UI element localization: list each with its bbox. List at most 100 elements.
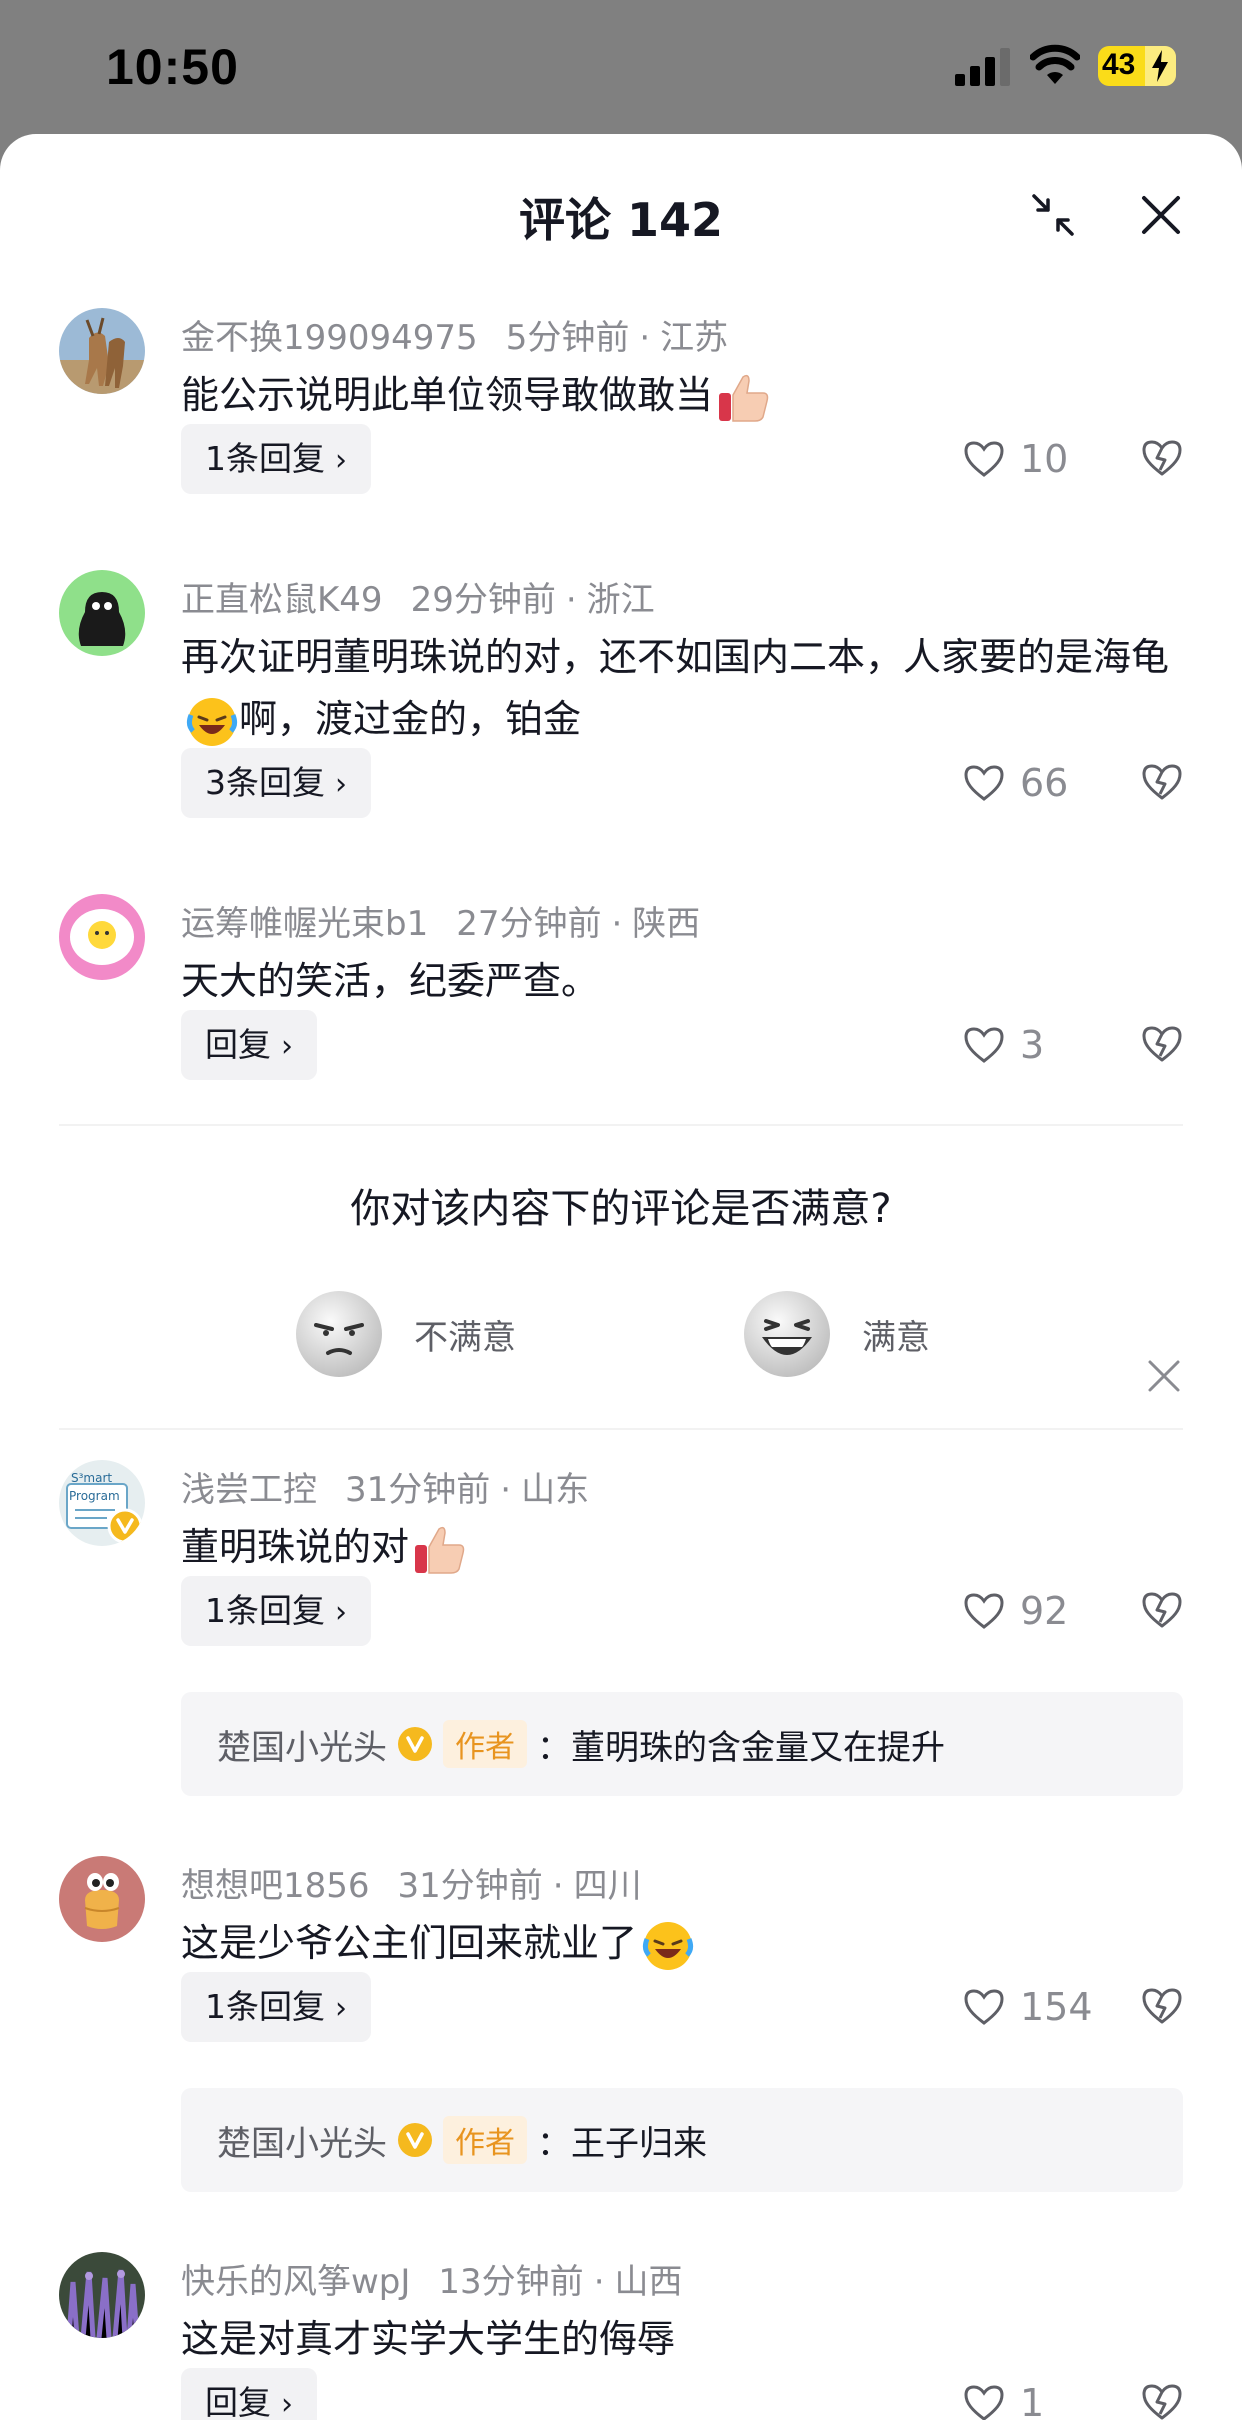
- survey-satisfied-label: 满意: [862, 1317, 930, 1358]
- comment-meta: 运筹帷幄光束b1 27分钟前 · 陕西: [181, 904, 701, 944]
- author-tag: 作者: [443, 2116, 527, 2164]
- author-reply-text: 董明珠的含金量又在提升: [571, 1727, 945, 1768]
- thumbs-up-icon: [415, 1526, 465, 1574]
- heart-icon: [964, 1027, 1004, 1063]
- comment-text: 天大的笑活，纪委严查。: [181, 959, 600, 1003]
- comment-text: 这是少爷公主们回来就业了: [181, 1912, 1191, 1974]
- avatar[interactable]: S³mart Program: [59, 1460, 145, 1546]
- grinning-face-icon: [744, 1291, 830, 1377]
- avatar[interactable]: [59, 894, 145, 980]
- like-button[interactable]: 66: [962, 748, 1068, 818]
- svg-text:S³mart: S³mart: [71, 1471, 112, 1485]
- like-count: 10: [1020, 437, 1069, 481]
- comment-meta: 快乐的风筝wpJ 13分钟前 · 山西: [181, 2262, 683, 2302]
- heart-icon: [964, 765, 1004, 801]
- comment-meta: 金不换199094975 5分钟前 · 江苏: [181, 318, 729, 358]
- reply-button[interactable]: 回复 ›: [181, 1010, 317, 1080]
- comment-time: 13分钟前: [438, 2262, 584, 2302]
- survey-satisfied-button[interactable]: 满意: [742, 1290, 930, 1378]
- view-replies-button[interactable]: 1条回复 ›: [181, 424, 371, 494]
- comment-text: 董明珠说的对: [181, 1516, 1191, 1578]
- comment-location: 江苏: [660, 318, 729, 358]
- comment-username[interactable]: 金不换199094975: [181, 318, 478, 358]
- avatar[interactable]: [59, 1856, 145, 1942]
- comment-meta: 浅尝工控 31分钟前 · 山东: [181, 1470, 590, 1510]
- view-replies-button[interactable]: 3条回复 ›: [181, 748, 371, 818]
- comment-text: 能公示说明此单位领导敢做敢当: [181, 364, 1191, 426]
- heart-icon: [964, 441, 1004, 477]
- battery-icon: 43: [1098, 46, 1176, 86]
- comment-meta: 正直松鼠K49 29分钟前 · 浙江: [181, 580, 655, 620]
- laughing-tears-icon: [186, 697, 238, 746]
- like-button[interactable]: 92: [962, 1576, 1068, 1646]
- heart-icon: [964, 1593, 1004, 1629]
- dislike-icon[interactable]: [1140, 436, 1184, 480]
- comment-username[interactable]: 正直松鼠K49: [181, 580, 383, 620]
- avatar[interactable]: [59, 570, 145, 656]
- author-name[interactable]: 楚国小光头: [217, 2116, 387, 2165]
- unamused-face-icon: [296, 1291, 382, 1377]
- author-tag: 作者: [443, 1720, 527, 1768]
- survey-question: 你对该内容下的评论是否满意?: [350, 1186, 892, 1232]
- comment-username[interactable]: 运筹帷幄光束b1: [181, 904, 428, 944]
- like-count: 92: [1020, 1589, 1069, 1633]
- status-bar: 10:50 43: [0, 0, 1242, 134]
- heart-icon: [964, 2385, 1004, 2420]
- survey-unsatisfied-button[interactable]: 不满意: [294, 1290, 516, 1378]
- comment-location: 山东: [521, 1470, 590, 1510]
- reply-button[interactable]: 回复 ›: [181, 2368, 317, 2420]
- like-count: 1: [1020, 2381, 1045, 2420]
- divider: [59, 1124, 1183, 1126]
- author-reply-preview[interactable]: 楚国小光头 作者 ：王子归来: [181, 2088, 1183, 2192]
- comment-location: 陕西: [632, 904, 701, 944]
- like-count: 66: [1020, 761, 1069, 805]
- like-count: 154: [1020, 1985, 1093, 2029]
- comment-location: 山西: [614, 2262, 683, 2302]
- like-button[interactable]: 1: [962, 2368, 1044, 2420]
- comment-meta: 想想吧1856 31分钟前 · 四川: [181, 1866, 642, 1906]
- survey-unsatisfied-label: 不满意: [414, 1317, 516, 1358]
- thumbs-up-icon: [719, 374, 769, 422]
- comment-location: 四川: [573, 1866, 642, 1906]
- dislike-icon[interactable]: [1140, 2380, 1184, 2420]
- comment-location: 浙江: [586, 580, 655, 620]
- comment-time: 27分钟前: [456, 904, 602, 944]
- comment-username[interactable]: 想想吧1856: [181, 1866, 370, 1906]
- divider: [59, 1428, 1183, 1430]
- close-survey-icon[interactable]: [1146, 1358, 1182, 1394]
- wifi-icon: [1030, 44, 1080, 84]
- avatar[interactable]: [59, 308, 145, 394]
- dislike-icon[interactable]: [1140, 1588, 1184, 1632]
- author-reply-preview[interactable]: 楚国小光头 作者 ：董明珠的含金量又在提升: [181, 1692, 1183, 1796]
- like-button[interactable]: 154: [962, 1972, 1093, 2042]
- view-replies-button[interactable]: 1条回复 ›: [181, 1972, 371, 2042]
- comment-username[interactable]: 快乐的风筝wpJ: [181, 2262, 410, 2302]
- dislike-icon[interactable]: [1140, 1022, 1184, 1066]
- author-name[interactable]: 楚国小光头: [217, 1720, 387, 1769]
- close-icon[interactable]: [1138, 192, 1184, 238]
- author-reply-text: 王子归来: [571, 2123, 707, 2164]
- laughing-tears-icon: [642, 1921, 694, 1970]
- comment-text: 再次证明董明珠说的对，还不如国内二本，人家要的是海龟 啊，渡过金的，铂金: [181, 626, 1191, 750]
- comment-time: 29分钟前: [410, 580, 556, 620]
- heart-icon: [964, 1989, 1004, 2025]
- dislike-icon[interactable]: [1140, 1984, 1184, 2028]
- verified-badge-icon: [398, 1727, 432, 1761]
- dislike-icon[interactable]: [1140, 760, 1184, 804]
- avatar[interactable]: [59, 2252, 145, 2338]
- status-time: 10:50: [106, 39, 239, 95]
- comment-time: 5分钟前: [505, 318, 630, 358]
- comment-username[interactable]: 浅尝工控: [181, 1470, 317, 1510]
- like-button[interactable]: 3: [962, 1010, 1044, 1080]
- comment-text: 这是对真才实学大学生的侮辱: [181, 2317, 676, 2361]
- comment-time: 31分钟前: [397, 1866, 543, 1906]
- like-count: 3: [1020, 1023, 1045, 1067]
- view-replies-button[interactable]: 1条回复 ›: [181, 1576, 371, 1646]
- verified-badge-icon: [398, 2123, 432, 2157]
- collapse-icon[interactable]: [1030, 192, 1076, 238]
- svg-text:Program: Program: [69, 1489, 120, 1503]
- like-button[interactable]: 10: [962, 424, 1068, 494]
- comments-sheet: 评论 142 金不换199094975 5分钟前 · 江苏 能公示说明此单位领导敢做敢…: [0, 134, 1242, 2420]
- signal-icon: [955, 48, 1010, 86]
- comment-time: 31分钟前: [345, 1470, 491, 1510]
